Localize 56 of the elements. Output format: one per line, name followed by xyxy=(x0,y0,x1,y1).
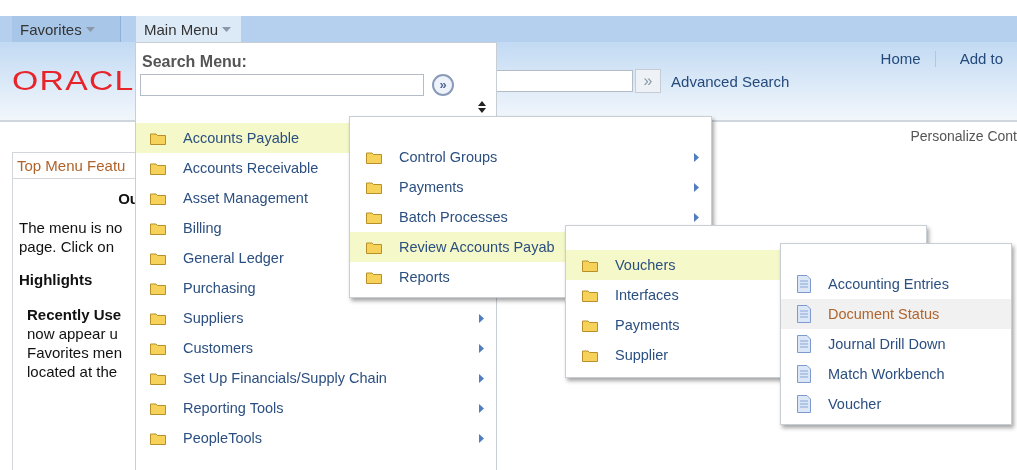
nav-tab[interactable]: Favorites xyxy=(12,16,121,42)
folder-icon xyxy=(150,431,166,445)
folder-icon xyxy=(150,161,166,175)
document-icon xyxy=(797,335,811,353)
menu-item[interactable]: Voucher xyxy=(781,389,1011,419)
folder-icon xyxy=(150,131,166,145)
pagelet-text: Recently Use xyxy=(27,305,123,324)
folder-icon xyxy=(150,311,166,325)
menu-item[interactable]: Journal Drill Down xyxy=(781,329,1011,359)
folder-icon xyxy=(150,251,166,265)
pagelet-text: Favorites men xyxy=(27,343,124,362)
folder-icon xyxy=(150,191,166,205)
caret-icon xyxy=(85,26,95,32)
document-icon xyxy=(797,395,811,413)
header-link[interactable]: Home xyxy=(880,50,921,67)
advanced-search-link[interactable]: Advanced Search xyxy=(671,72,790,90)
menu-item[interactable]: Set Up Financials/Supply Chain xyxy=(136,363,496,393)
folder-icon xyxy=(582,288,598,302)
nav-tab[interactable]: Main Menu xyxy=(136,16,241,42)
menu-item[interactable]: Customers xyxy=(136,333,496,363)
menu-item[interactable]: PeopleTools xyxy=(136,423,496,453)
personalize-link[interactable]: Personalize Cont xyxy=(910,128,1017,144)
folder-icon xyxy=(366,150,382,164)
menu-item[interactable]: Payments xyxy=(350,172,711,202)
folder-icon xyxy=(150,221,166,235)
menu-item[interactable]: Suppliers xyxy=(136,303,496,333)
document-icon xyxy=(797,305,811,323)
folder-icon xyxy=(582,258,598,272)
folder-icon xyxy=(150,401,166,415)
menu-item[interactable]: Batch Processes xyxy=(350,202,711,232)
folder-icon xyxy=(582,348,598,362)
folder-icon xyxy=(150,281,166,295)
folder-icon xyxy=(150,341,166,355)
pagelet-text: The menu is no xyxy=(19,218,124,237)
document-icon xyxy=(797,275,811,293)
document-icon xyxy=(797,365,811,383)
folder-icon xyxy=(366,240,382,254)
sort-icon[interactable] xyxy=(478,101,486,113)
pagelet-text: page. Click on xyxy=(19,237,116,256)
pagelet-subheading: Highlights xyxy=(19,270,94,289)
folder-icon xyxy=(150,371,166,385)
folder-icon xyxy=(366,180,382,194)
search-menu-title: Search Menu: xyxy=(141,52,248,71)
folder-icon xyxy=(366,270,382,284)
menu-item[interactable]: Match Workbench xyxy=(781,359,1011,389)
menu-search-field[interactable] xyxy=(140,74,424,96)
pagelet-text: located at the xyxy=(27,362,119,381)
caret-icon xyxy=(222,26,232,32)
header-link[interactable]: Add to xyxy=(959,50,1003,67)
logo-text: ORACL xyxy=(12,65,135,97)
go-button[interactable]: » xyxy=(432,74,454,96)
menu-item[interactable]: Reporting Tools xyxy=(136,393,496,423)
folder-icon xyxy=(366,210,382,224)
pagelet-text: now appear u xyxy=(27,324,119,343)
folder-icon xyxy=(582,318,598,332)
menu-item[interactable]: Document Status xyxy=(781,299,1011,329)
